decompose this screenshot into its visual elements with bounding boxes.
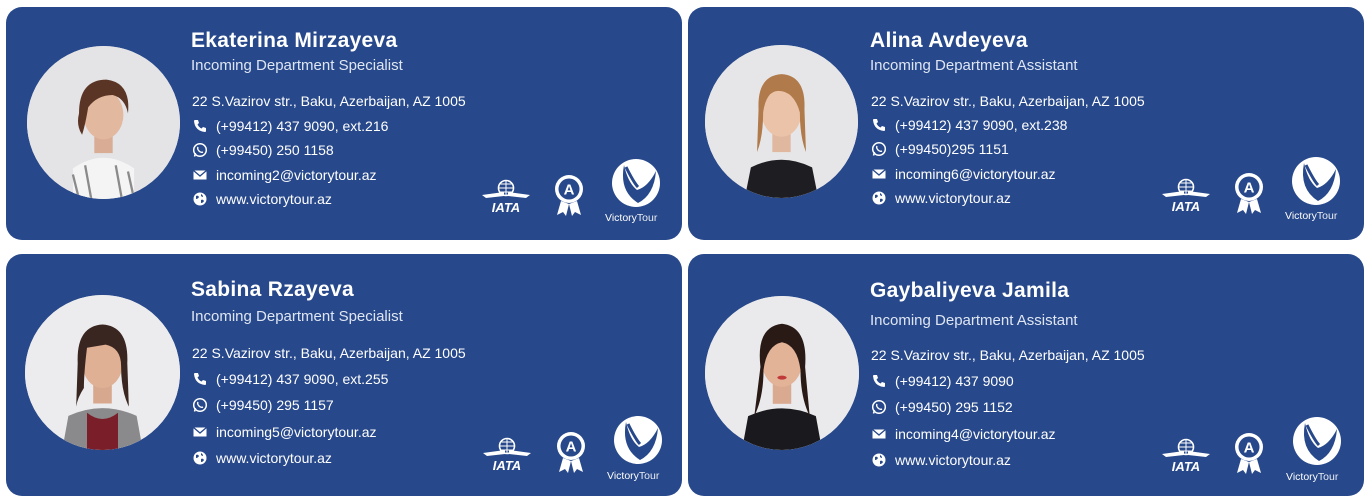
award-letter: A — [564, 182, 575, 199]
award-badge: A — [1232, 171, 1266, 215]
award-badge: A — [552, 173, 586, 217]
whatsapp-icon — [192, 397, 208, 413]
phone-text: (+99412) 437 9090, ext.238 — [895, 117, 1068, 133]
website-line[interactable]: www.victorytour.az — [871, 452, 1011, 468]
whatsapp-icon — [871, 141, 887, 157]
website-text: www.victorytour.az — [895, 452, 1011, 468]
phone-icon — [871, 373, 887, 389]
mail-icon — [192, 424, 208, 440]
person-title: Incoming Department Assistant — [870, 57, 1078, 74]
phone-text: (+99412) 437 9090 — [895, 373, 1014, 389]
signature-card-gaybaliyeva: Gaybaliyeva Jamila Incoming Department A… — [688, 254, 1364, 496]
phone-text: (+99412) 437 9090, ext.255 — [216, 371, 389, 387]
victorytour-logo — [610, 157, 662, 209]
phone-icon — [192, 371, 208, 387]
award-badge: A — [1232, 431, 1266, 475]
award-letter: A — [1244, 440, 1255, 457]
address-line: 22 S.Vazirov str., Baku, Azerbaijan, AZ … — [192, 93, 466, 109]
iata-text: IATA — [1172, 199, 1200, 214]
website-text: www.victorytour.az — [216, 191, 332, 207]
phone-line[interactable]: (+99412) 437 9090, ext.216 — [192, 118, 388, 134]
avatar — [27, 46, 180, 199]
address-line: 22 S.Vazirov str., Baku, Azerbaijan, AZ … — [192, 345, 466, 361]
person-title: Incoming Department Specialist — [191, 57, 403, 74]
victorytour-logo — [1290, 155, 1342, 207]
mail-icon — [192, 167, 208, 183]
person-title: Incoming Department Specialist — [191, 308, 403, 325]
globe-icon — [192, 191, 208, 207]
victorytour-wordmark: VictoryTour — [607, 470, 660, 482]
address-text: 22 S.Vazirov str., Baku, Azerbaijan, AZ … — [871, 347, 1145, 363]
victorytour-logo — [612, 414, 664, 466]
whatsapp-text: (+99450) 295 1152 — [895, 399, 1013, 415]
phone-icon — [871, 117, 887, 133]
signature-card-alina: Alina Avdeyeva Incoming Department Assis… — [688, 7, 1364, 240]
email-line[interactable]: incoming5@victorytour.az — [192, 424, 377, 440]
victorytour-wordmark: VictoryTour — [1286, 471, 1339, 483]
iata-logo: IATA — [480, 179, 532, 215]
iata-logo: IATA — [481, 437, 533, 473]
address-text: 22 S.Vazirov str., Baku, Azerbaijan, AZ … — [192, 93, 466, 109]
email-text: incoming4@victorytour.az — [895, 426, 1056, 442]
whatsapp-line[interactable]: (+99450) 295 1152 — [871, 399, 1013, 415]
whatsapp-text: (+99450)295 1151 — [895, 141, 1009, 157]
victorytour-wordmark: VictoryTour — [605, 212, 658, 224]
globe-icon — [192, 450, 208, 466]
whatsapp-line[interactable]: (+99450)295 1151 — [871, 141, 1009, 157]
avatar — [705, 45, 858, 198]
phone-line[interactable]: (+99412) 437 9090, ext.255 — [192, 371, 388, 387]
phone-text: (+99412) 437 9090, ext.216 — [216, 118, 389, 134]
victorytour-logo — [1291, 415, 1343, 467]
address-text: 22 S.Vazirov str., Baku, Azerbaijan, AZ … — [871, 93, 1145, 109]
website-line[interactable]: www.victorytour.az — [192, 450, 332, 466]
whatsapp-line[interactable]: (+99450) 250 1158 — [192, 142, 334, 158]
iata-text: IATA — [493, 458, 521, 473]
person-name: Ekaterina Mirzayeva — [191, 29, 398, 52]
address-line: 22 S.Vazirov str., Baku, Azerbaijan, AZ … — [871, 93, 1145, 109]
person-name: Alina Avdeyeva — [870, 29, 1028, 52]
iata-logo: IATA — [1160, 178, 1212, 214]
phone-icon — [192, 118, 208, 134]
whatsapp-icon — [871, 399, 887, 415]
mail-icon — [871, 426, 887, 442]
person-name: Gaybaliyeva Jamila — [870, 279, 1070, 302]
signature-card-sabina: Sabina Rzayeva Incoming Department Speci… — [6, 254, 682, 496]
person-title: Incoming Department Assistant — [870, 312, 1078, 329]
avatar — [705, 296, 859, 450]
iata-logo: IATA — [1160, 438, 1212, 474]
phone-line[interactable]: (+99412) 437 9090 — [871, 373, 1014, 389]
email-text: incoming6@victorytour.az — [895, 166, 1056, 182]
address-text: 22 S.Vazirov str., Baku, Azerbaijan, AZ … — [192, 345, 466, 361]
phone-line[interactable]: (+99412) 437 9090, ext.238 — [871, 117, 1067, 133]
email-line[interactable]: incoming2@victorytour.az — [192, 167, 377, 183]
whatsapp-text: (+99450) 250 1158 — [216, 142, 334, 158]
email-line[interactable]: incoming6@victorytour.az — [871, 166, 1056, 182]
email-line[interactable]: incoming4@victorytour.az — [871, 426, 1056, 442]
email-text: incoming2@victorytour.az — [216, 167, 377, 183]
award-badge: A — [554, 430, 588, 474]
globe-icon — [871, 452, 887, 468]
whatsapp-text: (+99450) 295 1157 — [216, 397, 334, 413]
iata-text: IATA — [1172, 459, 1200, 474]
whatsapp-icon — [192, 142, 208, 158]
address-line: 22 S.Vazirov str., Baku, Azerbaijan, AZ … — [871, 347, 1145, 363]
website-text: www.victorytour.az — [895, 190, 1011, 206]
award-letter: A — [1244, 180, 1255, 197]
whatsapp-line[interactable]: (+99450) 295 1157 — [192, 397, 334, 413]
website-line[interactable]: www.victorytour.az — [871, 190, 1011, 206]
website-line[interactable]: www.victorytour.az — [192, 191, 332, 207]
signature-card-ekaterina: Ekaterina Mirzayeva Incoming Department … — [6, 7, 682, 240]
globe-icon — [871, 190, 887, 206]
victorytour-wordmark: VictoryTour — [1285, 210, 1338, 222]
award-letter: A — [566, 439, 577, 456]
mail-icon — [871, 166, 887, 182]
website-text: www.victorytour.az — [216, 450, 332, 466]
person-name: Sabina Rzayeva — [191, 278, 354, 301]
iata-text: IATA — [492, 200, 520, 215]
avatar — [25, 295, 180, 450]
email-text: incoming5@victorytour.az — [216, 424, 377, 440]
